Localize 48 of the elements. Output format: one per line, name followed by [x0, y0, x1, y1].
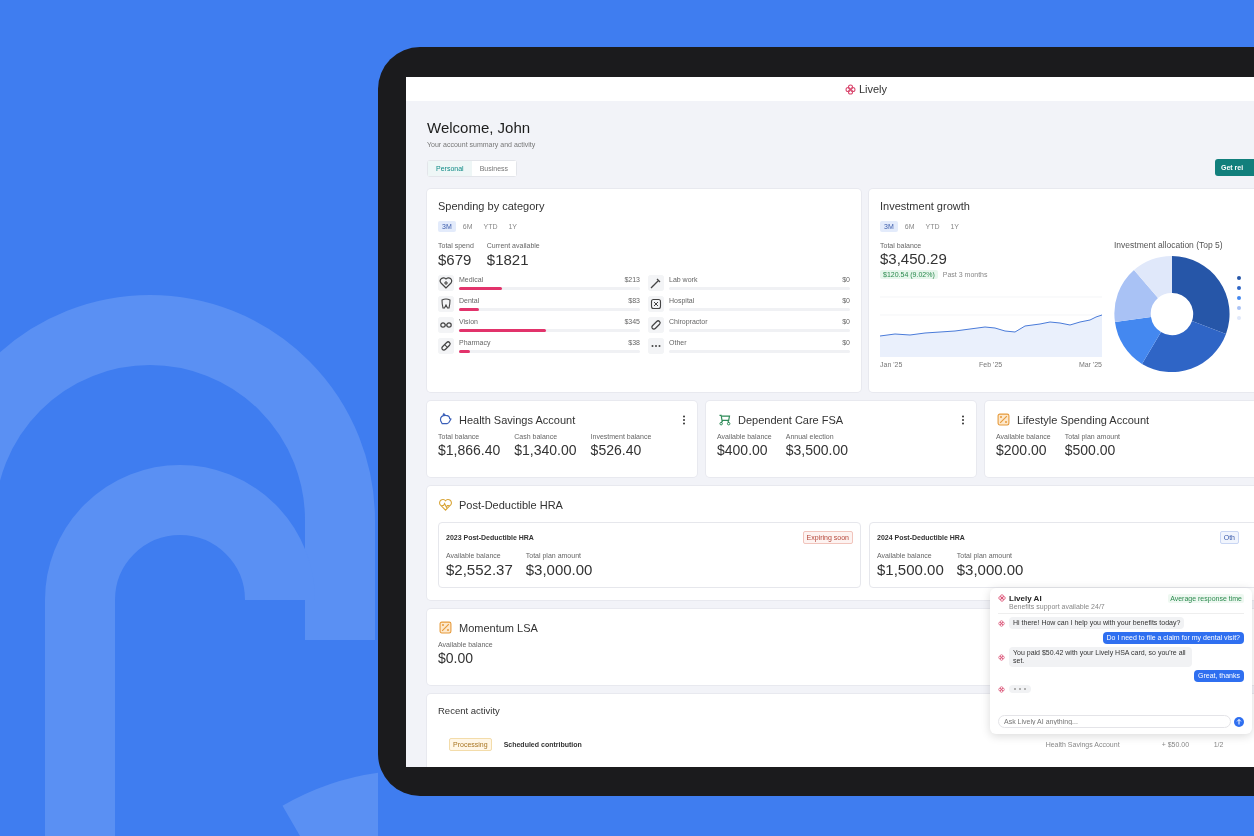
legend-dot [1237, 286, 1241, 290]
card-title: Lifestyle Spending Account [1017, 413, 1150, 426]
card-title: Health Savings Account [459, 413, 576, 426]
legend-dot [1237, 306, 1241, 310]
stat-value: $0.00 [438, 650, 475, 666]
stat-value: $200.00 [996, 442, 1048, 458]
send-icon[interactable] [1234, 716, 1244, 727]
pill-icon [438, 338, 454, 354]
typing-indicator-icon [1009, 685, 1031, 694]
percent-icon [996, 412, 1011, 427]
welcome-title: Welcome, John [427, 119, 532, 136]
flower-logo-icon [998, 619, 1005, 627]
stat-value: $3,500.00 [785, 442, 849, 458]
stat-value: $1821 [486, 251, 530, 268]
percent-icon [438, 620, 453, 635]
card-title: Investment growth [880, 200, 971, 212]
flower-logo-icon [998, 653, 1005, 661]
more-menu-icon[interactable] [682, 414, 686, 425]
flower-logo-icon [998, 685, 1005, 693]
stat-value: $400.00 [717, 442, 769, 458]
stat-value: $500.00 [1064, 442, 1117, 458]
stat-value: $1,500.00 [877, 561, 944, 578]
heart-pulse-icon [438, 497, 453, 512]
card-title: Recent activity [438, 705, 500, 716]
logo-text: Lively [858, 83, 888, 95]
piggy-bank-icon [438, 412, 453, 427]
stat-value: $526.40 [590, 442, 643, 458]
more-menu-icon[interactable] [961, 414, 965, 425]
stat-value: $2,552.37 [446, 561, 513, 578]
card-title: Post-Deductible HRA [459, 498, 563, 511]
flower-logo-icon [998, 594, 1006, 602]
hospital-icon [648, 296, 664, 312]
legend-dot [1237, 276, 1241, 280]
stat-value: $3,000.00 [525, 561, 593, 578]
tooth-icon [438, 296, 454, 312]
chat-title: Lively AI [1009, 594, 1043, 603]
card-title: Dependent Care FSA [738, 413, 844, 426]
stat-value: $679 [438, 251, 473, 268]
balance-value: $3,450.29 [880, 250, 948, 267]
stat-value: $1,340.00 [514, 442, 577, 458]
stat-value: $3,000.00 [956, 561, 1024, 578]
chart-title: Investment allocation (Top 5) [1114, 240, 1224, 250]
card-title: Spending by category [438, 200, 546, 212]
stat-value: $1,866.40 [438, 442, 501, 458]
card-title: Momentum LSA [459, 621, 538, 634]
flower-logo-icon [844, 83, 856, 95]
legend-dot [1237, 296, 1241, 300]
heart-plus-icon [438, 275, 454, 291]
